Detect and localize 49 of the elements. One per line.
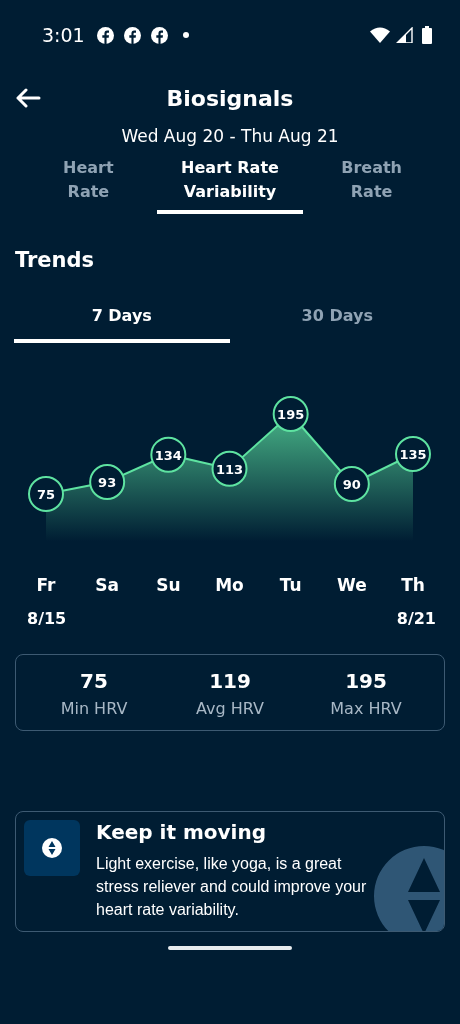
- notification-dot-icon: [182, 32, 189, 38]
- range-tab[interactable]: 30 Days: [229, 296, 445, 343]
- section-title: Trends: [15, 248, 96, 272]
- stat-value: 119: [209, 669, 251, 693]
- day-label: Tu: [279, 575, 302, 595]
- facebook-icon: [150, 26, 168, 44]
- data-label: 134: [154, 447, 182, 463]
- page-title: Biosignals: [166, 85, 294, 111]
- date-range: Wed Aug 20 - Thu Aug 21: [120, 126, 340, 146]
- date-label: 8/21: [396, 609, 436, 628]
- data-point: 75: [28, 476, 64, 512]
- stat-value: 75: [80, 669, 108, 693]
- range-tab[interactable]: 7 Days: [14, 296, 230, 343]
- data-point: 113: [211, 450, 248, 487]
- signal-icon: [394, 27, 414, 43]
- data-point: 93: [89, 464, 126, 500]
- day-label: Fr: [36, 575, 56, 595]
- metric-tab[interactable]: Breath Rate: [303, 156, 440, 214]
- back-arrow-icon[interactable]: [15, 88, 41, 108]
- metric-tab[interactable]: Heart Rate: [20, 156, 157, 214]
- status-time: 3:01: [42, 24, 85, 46]
- metric-tab[interactable]: Heart Rate Variability: [156, 156, 304, 214]
- data-label: 195: [277, 407, 305, 422]
- data-label: 90: [342, 477, 361, 492]
- data-label: 75: [36, 487, 56, 502]
- stat-label: Min HRV: [60, 699, 128, 718]
- data-point: 90: [333, 466, 370, 502]
- stat-value: 195: [345, 669, 387, 693]
- data-label: 113: [215, 461, 244, 477]
- day-label: Mo: [215, 575, 244, 595]
- tip-text: Light exercise, like yoga, is a great stress reliever and could improve your heart rate variability.: [96, 854, 368, 920]
- day-label: Sa: [95, 575, 120, 595]
- wifi-icon: [370, 27, 390, 43]
- day-label: Th: [401, 575, 425, 595]
- data-label: 135: [399, 447, 427, 462]
- date-label: 8/15: [27, 609, 67, 628]
- stat-label: Max HRV: [330, 699, 402, 718]
- facebook-icon: [123, 26, 141, 44]
- battery-icon: [422, 26, 432, 44]
- data-point: 134: [150, 436, 187, 473]
- stat-label: Avg HRV: [196, 699, 264, 718]
- tip-title: Keep it moving: [96, 820, 267, 844]
- facebook-icon: [96, 26, 114, 44]
- up-down-arrows-icon: [42, 838, 62, 858]
- day-label: We: [337, 575, 367, 595]
- day-label: Su: [156, 575, 181, 595]
- data-label: 93: [98, 475, 117, 490]
- data-point: 135: [395, 436, 431, 472]
- data-point: 195: [272, 396, 309, 432]
